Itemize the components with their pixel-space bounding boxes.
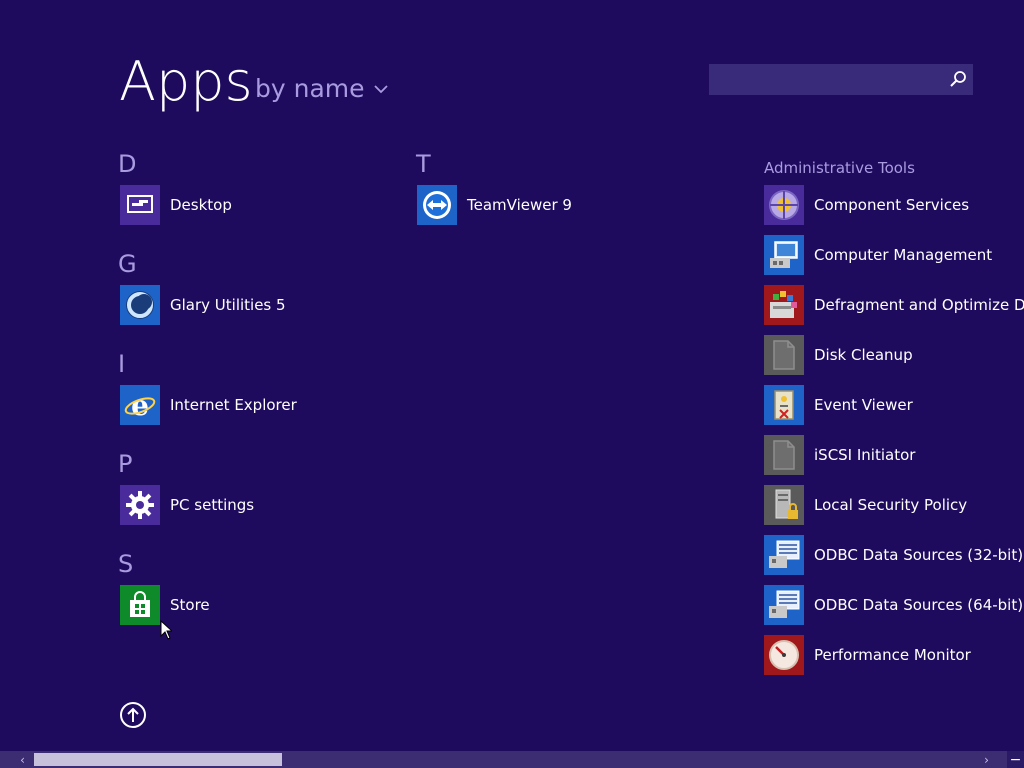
app-tile-teamviewer[interactable]: TeamViewer 9 [417, 185, 572, 225]
internet-explorer-icon: e [120, 385, 160, 425]
app-tile-defragment[interactable]: Defragment and Optimize Drives [764, 285, 1024, 325]
page-title: Apps [119, 50, 253, 113]
app-label: Internet Explorer [170, 396, 297, 414]
store-bag-icon [120, 585, 160, 625]
desktop-icon [120, 185, 160, 225]
odbc-icon [764, 585, 804, 625]
scroll-left-arrow-icon[interactable]: ‹ [14, 751, 31, 768]
app-label: Event Viewer [814, 396, 913, 414]
document-icon [764, 335, 804, 375]
defragment-icon [764, 285, 804, 325]
odbc-icon [764, 535, 804, 575]
computer-management-icon [764, 235, 804, 275]
group-letter-i[interactable]: I [118, 350, 125, 378]
component-services-icon [764, 185, 804, 225]
group-letter-t[interactable]: T [416, 150, 431, 178]
app-label: Store [170, 596, 210, 614]
app-label: TeamViewer 9 [467, 196, 572, 214]
app-tile-performance-monitor[interactable]: Performance Monitor [764, 635, 971, 675]
app-label: iSCSI Initiator [814, 446, 916, 464]
horizontal-scrollbar[interactable]: ‹ › − [0, 751, 1024, 768]
app-tile-computer-management[interactable]: Computer Management [764, 235, 992, 275]
app-label: Desktop [170, 196, 232, 214]
sort-dropdown[interactable]: by name [255, 74, 389, 103]
group-letter-g[interactable]: G [118, 250, 137, 278]
document-icon [764, 435, 804, 475]
svg-text:e: e [131, 389, 149, 421]
app-label: Local Security Policy [814, 496, 968, 514]
scrollbar-thumb[interactable] [34, 753, 282, 766]
teamviewer-icon [417, 185, 457, 225]
group-letter-s[interactable]: S [118, 550, 133, 578]
app-label: Computer Management [814, 246, 993, 264]
app-label: ODBC Data Sources (64-bit) [814, 596, 1024, 614]
group-title-administrative-tools[interactable]: Administrative Tools [764, 159, 915, 177]
group-letter-p[interactable]: P [118, 450, 132, 478]
app-label: Defragment and Optimize Drives [814, 296, 1024, 314]
app-tile-odbc-32[interactable]: ODBC Data Sources (32-bit) [764, 535, 1023, 575]
chevron-down-icon [373, 84, 388, 93]
search-box[interactable] [709, 64, 973, 95]
app-label: ODBC Data Sources (32-bit) [814, 546, 1024, 564]
app-tile-glary-utilities[interactable]: Glary Utilities 5 [120, 285, 286, 325]
group-letter-d[interactable]: D [118, 150, 136, 178]
app-label: Performance Monitor [814, 646, 971, 664]
scroll-right-arrow-icon[interactable]: › [978, 751, 995, 768]
app-tile-desktop[interactable]: Desktop [120, 185, 232, 225]
app-tile-local-security-policy[interactable]: Local Security Policy [764, 485, 967, 525]
app-tile-internet-explorer[interactable]: e Internet Explorer [120, 385, 297, 425]
arrow-up-icon [127, 707, 139, 722]
app-label: Component Services [814, 196, 970, 214]
app-tile-event-viewer[interactable]: Event Viewer [764, 385, 913, 425]
gear-icon [120, 485, 160, 525]
start-apps-view: Apps by name D Desktop G Glary Utilities… [0, 0, 1024, 768]
sort-label: by name [255, 74, 365, 103]
app-tile-pc-settings[interactable]: PC settings [120, 485, 254, 525]
app-tile-component-services[interactable]: Component Services [764, 185, 969, 225]
event-viewer-icon [764, 385, 804, 425]
search-input[interactable] [709, 64, 939, 95]
mouse-cursor-icon [160, 620, 172, 640]
zoom-out-button[interactable]: − [1007, 751, 1024, 768]
app-tile-disk-cleanup[interactable]: Disk Cleanup [764, 335, 913, 375]
app-tile-iscsi-initiator[interactable]: iSCSI Initiator [764, 435, 915, 475]
app-tile-store[interactable]: Store [120, 585, 210, 625]
glary-utilities-icon [120, 285, 160, 325]
search-icon[interactable] [949, 70, 967, 88]
performance-monitor-icon [764, 635, 804, 675]
security-policy-icon [764, 485, 804, 525]
app-label: Disk Cleanup [814, 346, 913, 364]
app-label: PC settings [170, 496, 255, 514]
app-label: Glary Utilities 5 [170, 296, 286, 314]
app-tile-odbc-64[interactable]: ODBC Data Sources (64-bit) [764, 585, 1023, 625]
scroll-to-start-button[interactable] [120, 702, 146, 728]
